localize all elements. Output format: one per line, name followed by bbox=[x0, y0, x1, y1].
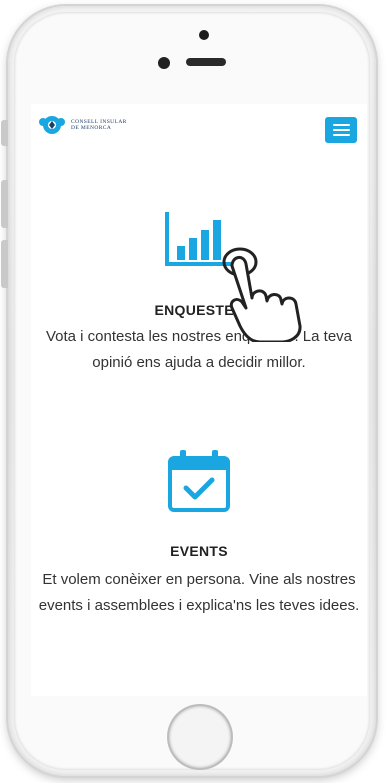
mute-switch bbox=[1, 120, 8, 146]
consell-insular-logo[interactable]: CONSELL INSULAR DE MENORCA bbox=[37, 114, 127, 136]
hamburger-menu-button[interactable] bbox=[325, 117, 357, 143]
section-enquestes[interactable]: ENQUESTES Vota i contesta les nostres en… bbox=[31, 208, 367, 376]
camera-sensor bbox=[158, 57, 170, 69]
phone-mockup-stage: CONSELL INSULAR DE MENORCA ENQUESTES Vot… bbox=[0, 0, 388, 783]
section-description: Vota i contesta les nostres enquestes. L… bbox=[45, 328, 353, 371]
volume-up-button bbox=[1, 180, 8, 228]
logo-emblem-icon bbox=[39, 116, 65, 134]
section-description: Et volem conèixer en persona. Vine als n… bbox=[38, 571, 360, 614]
top-navbar: CONSELL INSULAR DE MENORCA bbox=[31, 104, 367, 150]
front-camera bbox=[199, 30, 209, 40]
bar-chart-icon bbox=[165, 212, 231, 266]
earpiece-speaker bbox=[186, 58, 226, 66]
volume-down-button bbox=[1, 240, 8, 288]
logo-text: CONSELL INSULAR DE MENORCA bbox=[71, 119, 127, 132]
home-button[interactable] bbox=[169, 706, 231, 768]
section-events[interactable]: EVENTS Et volem conèixer en persona. Vin… bbox=[31, 448, 367, 619]
section-title: ENQUESTES bbox=[154, 302, 244, 318]
hamburger-line bbox=[332, 134, 350, 136]
calendar-check-icon bbox=[168, 450, 230, 512]
hamburger-menu-icon bbox=[332, 124, 350, 126]
phone-screen: CONSELL INSULAR DE MENORCA ENQUESTES Vot… bbox=[31, 104, 367, 696]
section-title: EVENTS bbox=[170, 543, 228, 559]
logo-line2: DE MENORCA bbox=[71, 125, 112, 131]
hamburger-line bbox=[332, 129, 350, 131]
